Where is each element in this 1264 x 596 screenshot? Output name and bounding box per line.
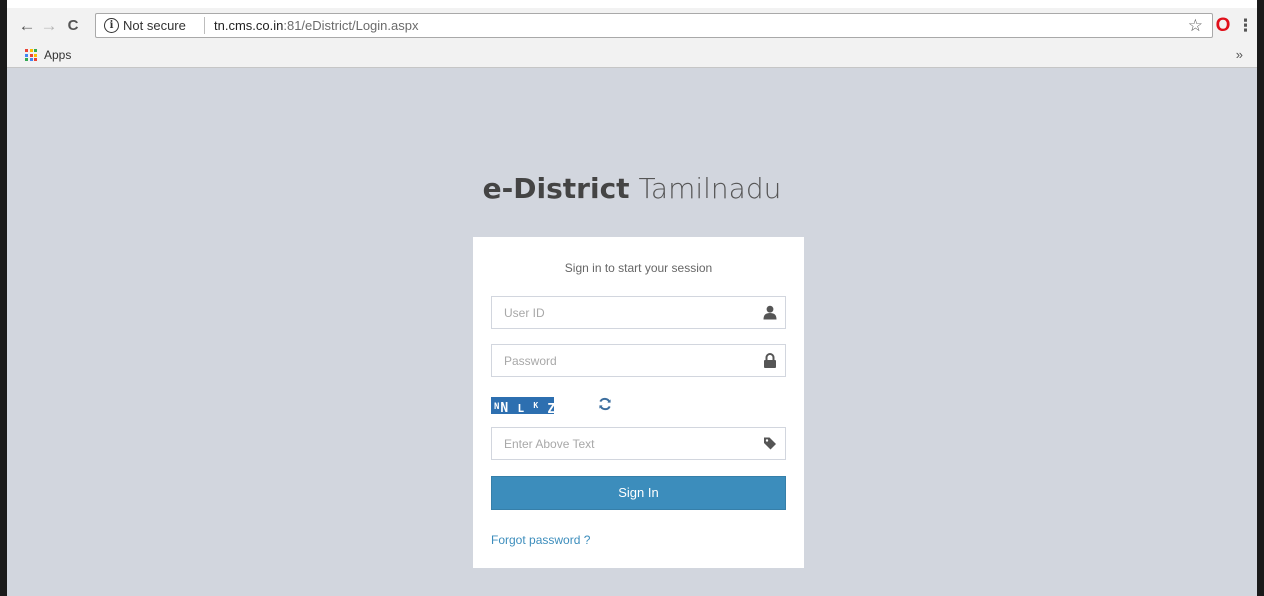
back-button[interactable]: ←: [17, 16, 37, 36]
opera-extension-icon[interactable]: O: [1213, 16, 1233, 36]
browser-toolbar: ← → C i Not secure tn.cms.co.in:81/eDist…: [7, 8, 1257, 44]
bookmarks-bar: Apps »: [7, 44, 1257, 68]
address-separator: [204, 17, 205, 34]
captcha-char: Z: [547, 402, 554, 414]
info-icon[interactable]: i: [104, 18, 119, 33]
captcha-field: [491, 427, 786, 460]
url-path: :81/eDistrict/Login.aspx: [283, 18, 419, 33]
apps-grid-icon[interactable]: [25, 49, 37, 61]
bookmark-star-icon[interactable]: ☆: [1188, 16, 1203, 36]
bookmarks-overflow-icon[interactable]: »: [1236, 47, 1243, 62]
captcha-char: N: [500, 401, 510, 414]
captcha-input[interactable]: [492, 428, 776, 459]
url-host: tn.cms.co.in: [214, 18, 284, 33]
userid-field: [491, 296, 786, 329]
address-bar[interactable]: i Not secure tn.cms.co.in:81/eDistrict/L…: [95, 13, 1213, 38]
browser-menu-icon[interactable]: ⋮: [1237, 16, 1254, 36]
login-box: Sign in to start your session NN L K Z: [473, 237, 804, 568]
captcha-image: NN L K Z: [491, 397, 554, 414]
tag-icon: [764, 437, 776, 450]
brand-light: Tamilnadu: [638, 172, 782, 205]
lock-icon: [764, 353, 776, 368]
page-content: e-District Tamilnadu Sign in to start yo…: [7, 68, 1257, 596]
password-field: [491, 344, 786, 377]
login-message: Sign in to start your session: [564, 261, 713, 275]
forward-button[interactable]: →: [39, 16, 59, 36]
captcha-char: K: [533, 401, 540, 410]
captcha-char: L: [517, 402, 526, 414]
apps-bookmark[interactable]: Apps: [44, 48, 71, 62]
refresh-icon[interactable]: [598, 397, 612, 411]
brand-bold: e-District: [482, 172, 630, 205]
security-status[interactable]: Not secure: [123, 18, 186, 33]
userid-input[interactable]: [492, 297, 776, 328]
reload-button[interactable]: C: [63, 16, 83, 36]
user-icon: [763, 305, 777, 320]
sign-in-button[interactable]: Sign In: [491, 476, 786, 510]
page-title: e-District Tamilnadu: [7, 172, 1257, 205]
forgot-password-link[interactable]: Forgot password ?: [491, 533, 590, 547]
url-text[interactable]: tn.cms.co.in:81/eDistrict/Login.aspx: [214, 18, 418, 33]
password-input[interactable]: [492, 345, 776, 376]
